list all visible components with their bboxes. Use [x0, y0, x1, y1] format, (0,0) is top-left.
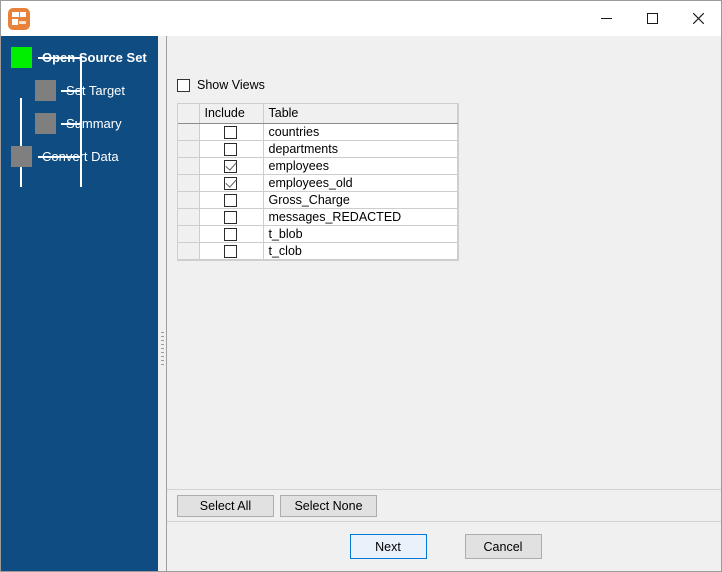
cancel-button[interactable]: Cancel	[464, 534, 542, 559]
close-icon	[692, 12, 705, 25]
sidebar-item-open-source-set[interactable]: Open Source Set	[11, 47, 147, 68]
include-cell[interactable]	[199, 242, 264, 260]
step-marker-idle	[11, 146, 32, 167]
sidebar-item-label: Summary	[66, 116, 122, 131]
row-selector[interactable]	[178, 140, 200, 158]
grid-header-row: Include Table	[178, 104, 458, 124]
maximize-icon	[646, 12, 659, 25]
table-row[interactable]: t_blob	[178, 225, 458, 243]
next-button[interactable]: Next	[349, 534, 427, 559]
tables-grid[interactable]: Include Table countries departments empl…	[177, 103, 459, 261]
table-name-cell: departments	[263, 140, 458, 158]
table-name-cell: t_blob	[263, 225, 458, 243]
row-selector[interactable]	[178, 225, 200, 243]
include-checkbox[interactable]	[224, 193, 237, 207]
include-cell[interactable]	[199, 225, 264, 243]
selection-toolbar: Select All Select None	[167, 489, 721, 521]
panel-splitter[interactable]	[158, 36, 166, 571]
table-name-cell: messages_REDACTED	[263, 208, 458, 226]
tree-line-vertical-left	[20, 98, 22, 187]
sidebar-item-label: Convert Data	[42, 149, 119, 164]
minimize-button[interactable]	[583, 2, 629, 36]
table-row[interactable]: employees_old	[178, 174, 458, 192]
row-selector[interactable]	[178, 208, 200, 226]
include-checkbox[interactable]	[224, 210, 237, 224]
row-selector[interactable]	[178, 157, 200, 175]
app-icon	[8, 7, 30, 30]
include-checkbox[interactable]	[224, 142, 237, 156]
main-panel: Show Views Include Table countries depar…	[166, 36, 721, 571]
splitter-grip-icon	[161, 332, 164, 366]
sidebar-item-label: Set Target	[66, 83, 126, 98]
app-window: Open Source Set Set Target Summary Conve…	[0, 0, 722, 572]
include-cell[interactable]	[199, 157, 264, 175]
sidebar-item-set-target[interactable]: Set Target	[35, 80, 125, 101]
include-cell[interactable]	[199, 208, 264, 226]
include-checkbox[interactable]	[224, 125, 237, 139]
include-cell[interactable]	[199, 174, 264, 192]
body-area: Open Source Set Set Target Summary Conve…	[1, 36, 721, 571]
table-row[interactable]: countries	[178, 123, 458, 141]
grid-header-include[interactable]: Include	[199, 104, 264, 124]
row-selector[interactable]	[178, 174, 200, 192]
table-row[interactable]: t_clob	[178, 242, 458, 260]
row-selector[interactable]	[178, 191, 200, 209]
include-checkbox[interactable]	[224, 176, 237, 190]
select-none-button[interactable]: Select None	[280, 494, 377, 517]
title-bar	[1, 1, 721, 36]
step-marker-idle	[35, 113, 56, 134]
step-marker-idle	[35, 80, 56, 101]
step-marker-active	[11, 47, 32, 68]
close-button[interactable]	[675, 2, 721, 36]
maximize-button[interactable]	[629, 2, 675, 36]
include-cell[interactable]	[199, 191, 264, 209]
table-name-cell: Gross_Charge	[263, 191, 458, 209]
grid-header-table[interactable]: Table	[263, 104, 458, 124]
include-checkbox[interactable]	[224, 244, 237, 258]
grid-header-rowselect[interactable]	[178, 104, 200, 124]
table-name-cell: countries	[263, 123, 458, 141]
wizard-sidebar: Open Source Set Set Target Summary Conve…	[1, 36, 158, 571]
include-checkbox[interactable]	[224, 227, 237, 241]
show-views-row[interactable]: Show Views	[177, 78, 265, 92]
table-name-cell: employees_old	[263, 174, 458, 192]
select-all-button[interactable]: Select All	[177, 494, 274, 517]
table-name-cell: employees	[263, 157, 458, 175]
show-views-label: Show Views	[197, 78, 265, 92]
include-cell[interactable]	[199, 123, 264, 141]
table-row[interactable]: employees	[178, 157, 458, 175]
sidebar-item-summary[interactable]: Summary	[35, 113, 122, 134]
show-views-checkbox[interactable]	[177, 78, 190, 92]
sidebar-item-label: Open Source Set	[42, 50, 147, 65]
include-checkbox[interactable]	[224, 159, 237, 173]
row-selector[interactable]	[178, 242, 200, 260]
dialog-footer: Next Cancel	[167, 521, 721, 571]
content-pane: Show Views Include Table countries depar…	[167, 36, 721, 489]
table-row[interactable]: departments	[178, 140, 458, 158]
table-name-cell: t_clob	[263, 242, 458, 260]
include-cell[interactable]	[199, 140, 264, 158]
minimize-icon	[600, 12, 613, 25]
row-selector[interactable]	[178, 123, 200, 141]
table-row[interactable]: messages_REDACTED	[178, 208, 458, 226]
table-row[interactable]: Gross_Charge	[178, 191, 458, 209]
sidebar-item-convert-data[interactable]: Convert Data	[11, 146, 119, 167]
